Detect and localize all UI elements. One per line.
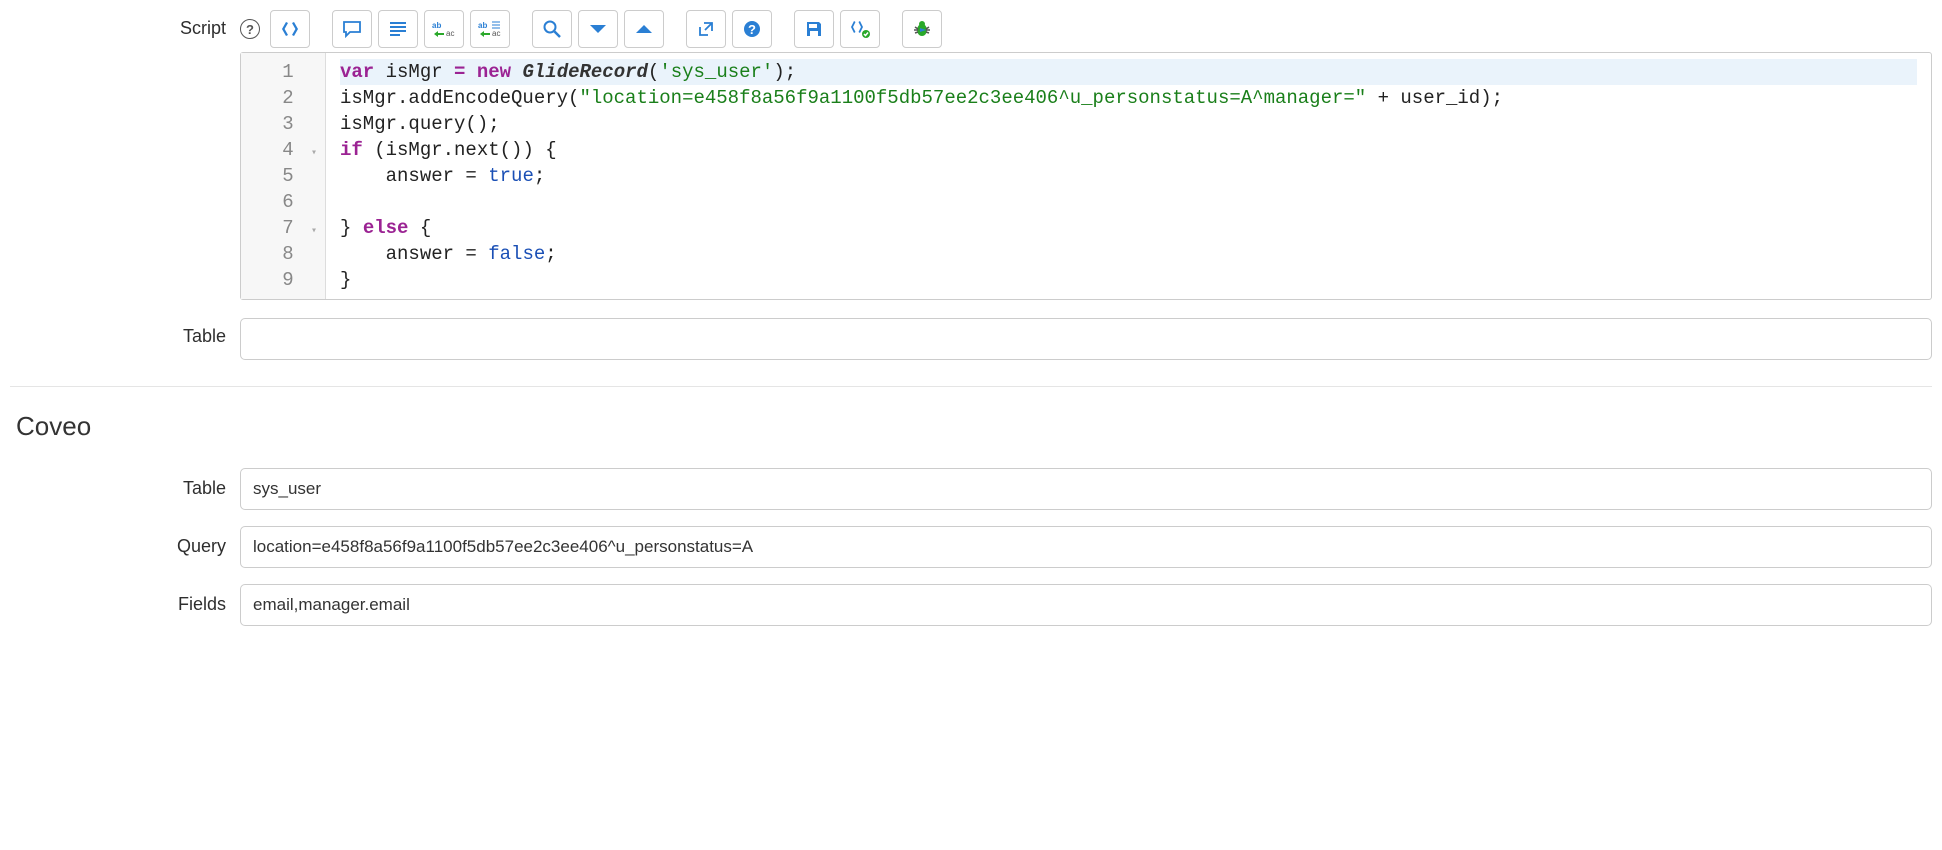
- gutter-line: 8: [281, 241, 317, 267]
- svg-text:ac: ac: [492, 29, 500, 38]
- find-prev-button[interactable]: [624, 10, 664, 48]
- coveo-fields-input[interactable]: [240, 584, 1932, 626]
- script-toolbar: ? abac abac: [240, 10, 1932, 48]
- code-line[interactable]: }: [340, 267, 1917, 293]
- gutter-line: 5: [281, 163, 317, 189]
- table-upper-label: Table: [10, 318, 240, 347]
- code-line[interactable]: answer = true;: [340, 163, 1917, 189]
- script-label: Script: [10, 10, 240, 39]
- code-line[interactable]: [340, 189, 1917, 215]
- code-line[interactable]: answer = false;: [340, 241, 1917, 267]
- coveo-query-label: Query: [10, 526, 240, 557]
- gutter-line: 2: [281, 85, 317, 111]
- save-button[interactable]: [794, 10, 834, 48]
- chevron-up-icon: [634, 22, 654, 36]
- svg-text:ac: ac: [446, 29, 454, 38]
- replace-all-button[interactable]: abac: [470, 10, 510, 48]
- replace-all-icon: abac: [478, 20, 502, 38]
- debug-button[interactable]: [902, 10, 942, 48]
- replace-icon: abac: [432, 20, 456, 38]
- lines-button[interactable]: [378, 10, 418, 48]
- coveo-table-input[interactable]: [240, 468, 1932, 510]
- lines-icon: [388, 21, 408, 37]
- help-doc-button[interactable]: ?: [732, 10, 772, 48]
- coveo-query-input[interactable]: [240, 526, 1932, 568]
- replace-button[interactable]: abac: [424, 10, 464, 48]
- syntax-check-icon: [849, 19, 871, 39]
- comment-button[interactable]: [332, 10, 372, 48]
- svg-text:ab: ab: [478, 21, 487, 30]
- search-icon: [542, 19, 562, 39]
- debug-icon: [912, 19, 932, 39]
- help-doc-icon: ?: [742, 19, 762, 39]
- coveo-fields-label: Fields: [10, 584, 240, 615]
- find-next-button[interactable]: [578, 10, 618, 48]
- coveo-table-label: Table: [10, 468, 240, 499]
- format-code-icon: [280, 19, 300, 39]
- svg-text:?: ?: [748, 22, 756, 37]
- code-line[interactable]: } else {: [340, 215, 1917, 241]
- table-upper-input[interactable]: [240, 318, 1932, 360]
- help-icon[interactable]: ?: [240, 19, 260, 39]
- chevron-down-icon: [588, 22, 608, 36]
- code-line[interactable]: isMgr.addEncodeQuery("location=e458f8a56…: [340, 85, 1917, 111]
- coveo-section-heading: Coveo: [10, 386, 1932, 468]
- code-line[interactable]: if (isMgr.next()) {: [340, 137, 1917, 163]
- gutter-line: 4 ▾: [281, 137, 317, 163]
- code-line[interactable]: isMgr.query();: [340, 111, 1917, 137]
- popout-button[interactable]: [686, 10, 726, 48]
- gutter-line: 3: [281, 111, 317, 137]
- format-code-button[interactable]: [270, 10, 310, 48]
- editor-gutter: 1 2 3 4 ▾5 6 7 ▾8 9: [241, 53, 326, 299]
- code-line[interactable]: var isMgr = new GlideRecord('sys_user');: [340, 59, 1917, 85]
- syntax-check-button[interactable]: [840, 10, 880, 48]
- save-icon: [805, 20, 823, 38]
- comment-icon: [342, 20, 362, 38]
- popout-icon: [697, 20, 715, 38]
- gutter-line: 7 ▾: [281, 215, 317, 241]
- gutter-line: 6: [281, 189, 317, 215]
- gutter-line: 1: [281, 59, 317, 85]
- svg-text:ab: ab: [432, 21, 441, 30]
- editor-code[interactable]: var isMgr = new GlideRecord('sys_user');…: [326, 53, 1931, 299]
- search-button[interactable]: [532, 10, 572, 48]
- gutter-line: 9: [281, 267, 317, 293]
- script-editor[interactable]: 1 2 3 4 ▾5 6 7 ▾8 9 var isMgr = new Glid…: [240, 52, 1932, 300]
